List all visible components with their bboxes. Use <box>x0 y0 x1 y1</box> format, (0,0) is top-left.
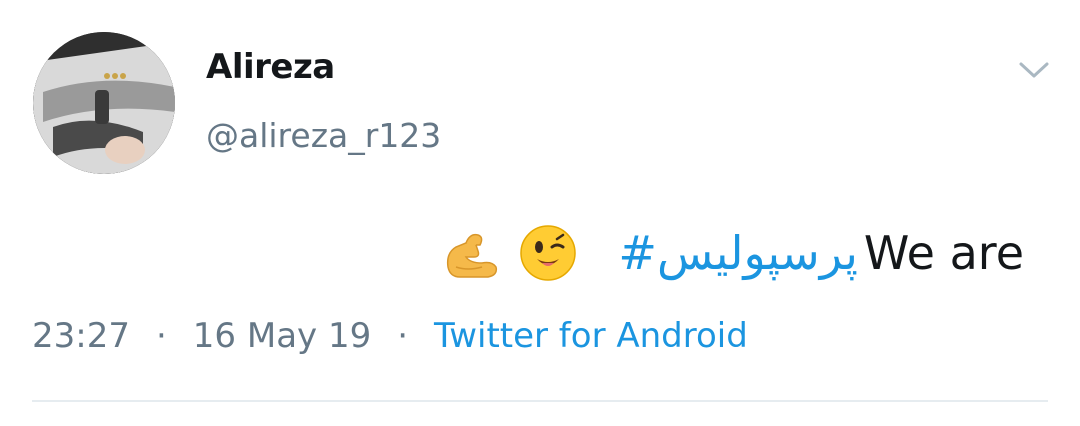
display-name[interactable]: Alireza <box>206 47 335 87</box>
winking-face-icon <box>518 223 578 283</box>
tweet-time[interactable]: 23:27 <box>32 316 130 356</box>
separator-dot: · <box>155 316 167 356</box>
tweet-date[interactable]: 16 May 19 <box>193 316 371 356</box>
user-handle[interactable]: @alireza_r123 <box>206 116 441 155</box>
tweet-source-link[interactable]: Twitter for Android <box>434 316 748 356</box>
avatar-image <box>33 32 175 174</box>
divider <box>32 400 1048 402</box>
tweet-body-text: We are <box>863 226 1024 280</box>
hashtag-link[interactable]: #پرسپولیس <box>618 226 857 280</box>
flexed-biceps-icon <box>442 223 502 283</box>
chevron-down-icon[interactable] <box>1016 56 1052 84</box>
tweet-text: #پرسپولیس We are <box>442 213 1024 293</box>
tweet-card: Alireza @alireza_r123 #پرسپولیس We are 2… <box>0 0 1080 426</box>
tweet-meta: 23:27 · 16 May 19 · Twitter for Android <box>32 316 748 356</box>
avatar[interactable] <box>33 32 175 174</box>
separator-dot: · <box>397 316 409 356</box>
